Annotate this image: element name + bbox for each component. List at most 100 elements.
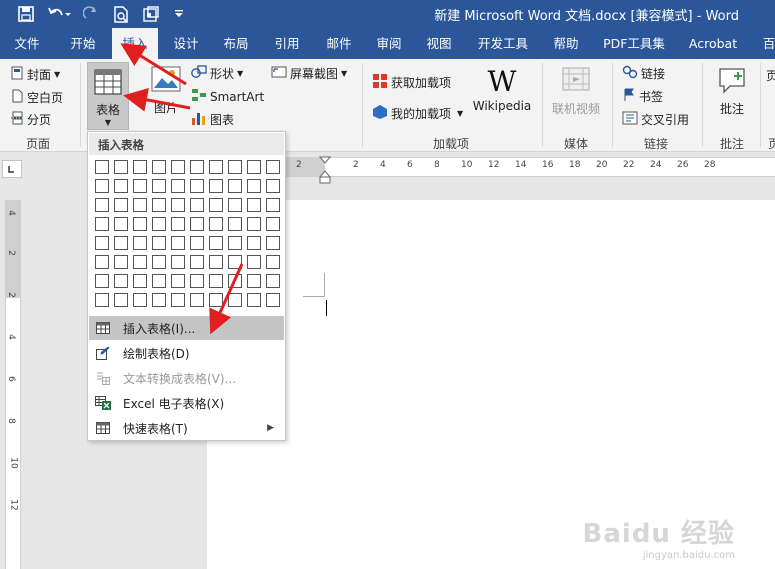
picture-button[interactable]: 图片 — [149, 66, 183, 116]
tab-design[interactable]: 设计 — [164, 28, 208, 59]
tab-file[interactable]: 文件 — [4, 28, 50, 59]
touch-mode-icon[interactable] — [140, 3, 162, 25]
grid-cell[interactable] — [133, 217, 147, 231]
grid-cell[interactable] — [190, 293, 204, 307]
tab-mailings[interactable]: 邮件 — [316, 28, 362, 59]
tab-partial[interactable]: 百 — [756, 28, 775, 59]
tab-home[interactable]: 开始 — [58, 28, 108, 59]
grid-cell[interactable] — [95, 198, 109, 212]
grid-cell[interactable] — [247, 293, 261, 307]
indent-marker-icon[interactable] — [318, 156, 332, 187]
grid-cell[interactable] — [190, 236, 204, 250]
grid-cell[interactable] — [228, 198, 242, 212]
grid-cell[interactable] — [95, 255, 109, 269]
grid-cell[interactable] — [152, 274, 166, 288]
grid-cell[interactable] — [247, 198, 261, 212]
screenshot-button[interactable]: 屏幕截图 ▼ — [271, 65, 347, 82]
comment-button[interactable]: 批注 — [708, 67, 756, 117]
grid-cell[interactable] — [228, 255, 242, 269]
grid-cell[interactable] — [266, 236, 280, 250]
grid-cell[interactable] — [209, 236, 223, 250]
grid-cell[interactable] — [171, 236, 185, 250]
grid-cell[interactable] — [190, 160, 204, 174]
grid-cell[interactable] — [133, 179, 147, 193]
get-addins-button[interactable]: 获取加载项 — [372, 73, 451, 92]
grid-cell[interactable] — [114, 217, 128, 231]
grid-cell[interactable] — [228, 236, 242, 250]
grid-cell[interactable] — [266, 198, 280, 212]
grid-cell[interactable] — [114, 179, 128, 193]
online-video-button[interactable]: 联机视频 — [548, 67, 604, 117]
chart-button[interactable]: 图表 — [191, 111, 234, 128]
undo-icon[interactable] — [44, 3, 74, 25]
grid-cell[interactable] — [209, 160, 223, 174]
bookmark-button[interactable]: 书签 — [622, 88, 663, 105]
tab-references[interactable]: 引用 — [264, 28, 310, 59]
grid-cell[interactable] — [152, 217, 166, 231]
menu-item-excel-spreadsheet[interactable]: Excel 电子表格(X) — [89, 391, 284, 415]
tab-help[interactable]: 帮助 — [544, 28, 588, 59]
grid-cell[interactable] — [171, 255, 185, 269]
grid-cell[interactable] — [95, 293, 109, 307]
link-button[interactable]: 链接 — [622, 65, 665, 82]
tab-insert[interactable]: 插入 — [112, 28, 158, 59]
table-button[interactable]: 表格 ▼ — [87, 62, 129, 130]
smartart-button[interactable]: SmartArt — [191, 88, 264, 105]
grid-cell[interactable] — [95, 160, 109, 174]
grid-cell[interactable] — [133, 274, 147, 288]
wikipedia-button[interactable]: W Wikipedia — [472, 67, 532, 114]
grid-cell[interactable] — [228, 179, 242, 193]
grid-cell[interactable] — [114, 236, 128, 250]
tab-developer[interactable]: 开发工具 — [470, 28, 536, 59]
grid-cell[interactable] — [209, 293, 223, 307]
grid-cell[interactable] — [133, 293, 147, 307]
grid-cell[interactable] — [209, 179, 223, 193]
tab-layout[interactable]: 布局 — [214, 28, 258, 59]
grid-cell[interactable] — [190, 255, 204, 269]
grid-cell[interactable] — [190, 198, 204, 212]
grid-cell[interactable] — [228, 160, 242, 174]
grid-cell[interactable] — [114, 293, 128, 307]
blank-page-button[interactable]: 空白页 — [10, 89, 63, 106]
shapes-button[interactable]: 形状 ▼ — [191, 65, 243, 82]
grid-cell[interactable] — [114, 255, 128, 269]
grid-cell[interactable] — [133, 255, 147, 269]
tab-selector[interactable] — [2, 160, 22, 178]
grid-cell[interactable] — [152, 255, 166, 269]
grid-cell[interactable] — [114, 160, 128, 174]
grid-cell[interactable] — [152, 236, 166, 250]
grid-cell[interactable] — [171, 217, 185, 231]
grid-cell[interactable] — [228, 217, 242, 231]
grid-cell[interactable] — [152, 198, 166, 212]
grid-cell[interactable] — [209, 274, 223, 288]
grid-cell[interactable] — [247, 217, 261, 231]
menu-item-text-to-table[interactable]: 文本转换成表格(V)... — [89, 366, 284, 390]
grid-cell[interactable] — [133, 160, 147, 174]
grid-cell[interactable] — [171, 293, 185, 307]
grid-cell[interactable] — [190, 217, 204, 231]
grid-cell[interactable] — [266, 179, 280, 193]
cross-reference-button[interactable]: 交叉引用 — [622, 111, 689, 128]
grid-cell[interactable] — [152, 179, 166, 193]
grid-cell[interactable] — [266, 293, 280, 307]
grid-cell[interactable] — [95, 236, 109, 250]
print-preview-icon[interactable] — [110, 3, 132, 25]
grid-cell[interactable] — [247, 236, 261, 250]
grid-cell[interactable] — [95, 274, 109, 288]
cover-page-button[interactable]: 封面 ▼ — [10, 66, 60, 83]
grid-cell[interactable] — [247, 274, 261, 288]
grid-cell[interactable] — [152, 160, 166, 174]
save-icon[interactable] — [14, 3, 38, 25]
grid-cell[interactable] — [266, 274, 280, 288]
tab-pdf-tools[interactable]: PDF工具集 — [596, 28, 672, 59]
grid-cell[interactable] — [209, 217, 223, 231]
grid-cell[interactable] — [247, 160, 261, 174]
grid-cell[interactable] — [114, 198, 128, 212]
tab-view[interactable]: 视图 — [416, 28, 462, 59]
grid-cell[interactable] — [190, 274, 204, 288]
grid-cell[interactable] — [247, 255, 261, 269]
grid-cell[interactable] — [228, 274, 242, 288]
table-size-grid[interactable] — [95, 160, 280, 307]
grid-cell[interactable] — [228, 293, 242, 307]
redo-icon[interactable] — [80, 3, 102, 25]
